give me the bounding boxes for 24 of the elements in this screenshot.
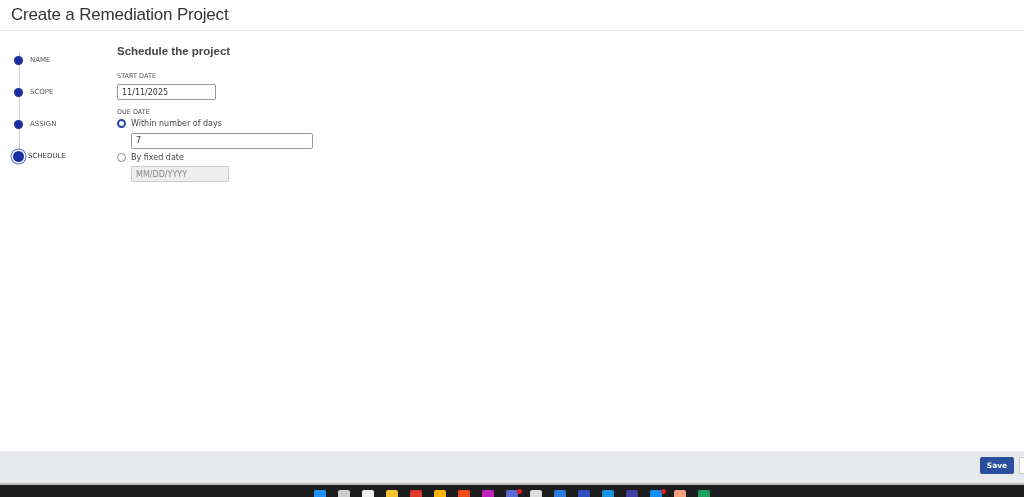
- app-icon[interactable]: [650, 490, 662, 497]
- days-field[interactable]: 7: [131, 132, 313, 149]
- app-icon[interactable]: [554, 490, 566, 497]
- app-icon[interactable]: [338, 490, 350, 497]
- app-icon[interactable]: [362, 490, 374, 497]
- radio-button[interactable]: [117, 119, 126, 128]
- section-heading: Schedule the project: [117, 45, 231, 57]
- app-icon[interactable]: [458, 490, 470, 497]
- page-title: Create a Remediation Project: [11, 5, 229, 25]
- app-icon[interactable]: [698, 490, 710, 497]
- radio-label[interactable]: Within number of days: [131, 119, 222, 128]
- app-icon[interactable]: [434, 490, 446, 497]
- start-date-field[interactable]: 11/11/2025: [117, 84, 216, 100]
- app-icon[interactable]: [410, 490, 422, 497]
- app-icon[interactable]: [506, 490, 518, 497]
- app-icon[interactable]: [626, 490, 638, 497]
- app-icon[interactable]: [674, 490, 686, 497]
- partial-button[interactable]: [1019, 457, 1024, 474]
- app-icon[interactable]: [602, 490, 614, 497]
- app-icon[interactable]: [482, 490, 494, 497]
- app-icon[interactable]: [530, 490, 542, 497]
- app-icon[interactable]: [386, 490, 398, 497]
- app-icon[interactable]: [578, 490, 590, 497]
- app-icon[interactable]: [314, 490, 326, 497]
